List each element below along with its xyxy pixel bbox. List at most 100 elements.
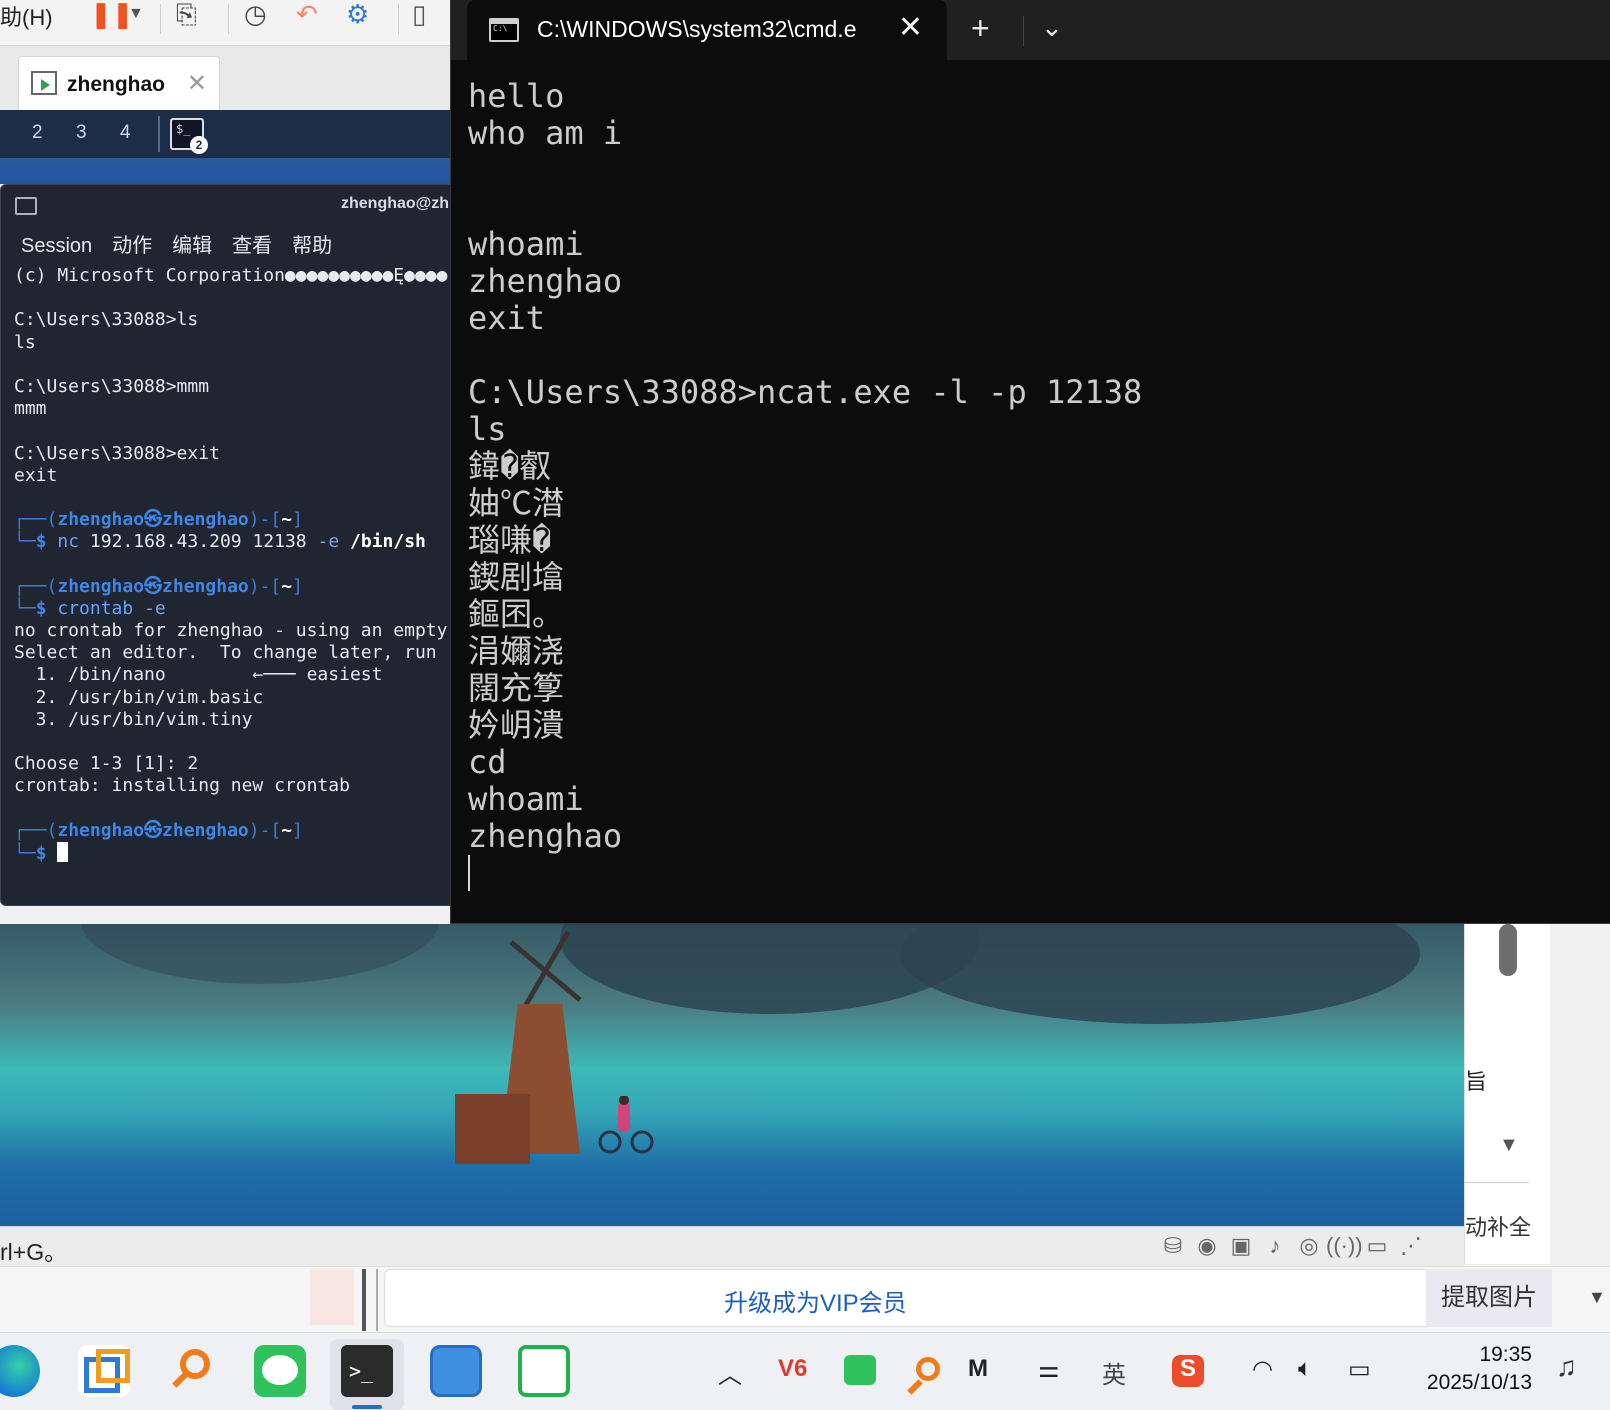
- terminal-count-badge: 2: [190, 136, 208, 154]
- send-keys-icon[interactable]: ⎘: [176, 0, 197, 28]
- terminal-line: C:\Users\33088>exit: [14, 442, 220, 464]
- guest-terminal-window[interactable]: zhenghao@zh Session 动作 编辑 查看 帮助 (c) Microsof…: [0, 184, 452, 906]
- guest-terminal-output[interactable]: (c) Microsoft Corporation●●●●●●●●●●Ę●●●●…: [14, 265, 451, 864]
- terminal-line: mmm: [14, 398, 47, 420]
- vmware-toolbar: 助(H) ❚❚ ▼ ⎘ ◷ ↶ ⚙ ▯: [0, 0, 460, 46]
- wifi-icon[interactable]: ◠: [1252, 1355, 1273, 1384]
- terminal-line: 3. /usr/bin/vim.tiny: [14, 708, 253, 730]
- new-tab-button[interactable]: +: [971, 10, 990, 47]
- terminal-line: 2. /usr/bin/vim.basic: [14, 686, 264, 708]
- message-icon[interactable]: ▭: [1360, 1233, 1394, 1259]
- network-adapter-icon[interactable]: ▣: [1224, 1233, 1258, 1259]
- status-hint: rl+G。: [0, 1239, 68, 1265]
- clock[interactable]: 19:35 2025/10/13: [1412, 1341, 1532, 1397]
- wechat-icon[interactable]: [254, 1345, 306, 1397]
- terminal-line: C:\Users\33088>mmm: [14, 375, 210, 397]
- chevron-down-icon[interactable]: ▼: [1588, 1287, 1606, 1308]
- snapshot-manager-icon[interactable]: ⚙: [346, 0, 369, 28]
- search-app-icon[interactable]: [166, 1345, 218, 1397]
- edge-icon[interactable]: [0, 1345, 40, 1397]
- menu-help[interactable]: 帮助: [292, 229, 332, 258]
- vm-tab-label: zhenghao: [67, 73, 165, 96]
- extract-image-button[interactable]: 提取图片: [1426, 1269, 1552, 1327]
- menu-session[interactable]: Session: [21, 235, 92, 258]
- terminal-window-icon: [15, 197, 37, 215]
- snapshot-icon[interactable]: ◷: [244, 0, 267, 28]
- autocomplete-label[interactable]: 动补全: [1465, 1210, 1531, 1242]
- revert-snapshot-icon[interactable]: ↶: [296, 0, 318, 28]
- terminal-cursor: [57, 841, 69, 862]
- upgrade-vip-link[interactable]: 升级成为VIP会员: [724, 1283, 907, 1318]
- cmd-icon: [489, 18, 519, 42]
- chevron-up-icon[interactable]: ︿: [718, 1355, 742, 1390]
- windows-terminal-titlebar[interactable]: C:\WINDOWS\system32\cmd.e ✕ + ⌄: [451, 0, 1610, 60]
- divider: [362, 1269, 366, 1331]
- m-tray-icon[interactable]: M: [968, 1355, 988, 1383]
- text-cursor: [468, 855, 470, 891]
- workspace-2[interactable]: 2: [32, 122, 43, 144]
- battery-icon[interactable]: ▭: [1348, 1355, 1371, 1384]
- clock-date: 2025/10/13: [1426, 1371, 1532, 1394]
- close-icon[interactable]: ✕: [187, 69, 207, 98]
- v6-tray-icon[interactable]: V6: [778, 1355, 807, 1383]
- menu-view[interactable]: 查看: [232, 229, 272, 258]
- chevron-down-icon[interactable]: ▼: [128, 0, 144, 28]
- cmd-output-line: 闊充箰: [468, 669, 565, 707]
- wallpaper-cloud: [900, 924, 1420, 1024]
- guest-terminal-titlebar[interactable]: zhenghao@zh: [1, 185, 451, 225]
- help-menu[interactable]: 助(H): [0, 0, 53, 32]
- sogou-icon[interactable]: S: [1172, 1355, 1204, 1387]
- ime-indicator[interactable]: 英: [1102, 1355, 1126, 1390]
- terminal-app-icon[interactable]: >_: [341, 1345, 393, 1397]
- menu-edit[interactable]: 编辑: [172, 229, 212, 258]
- view-icon[interactable]: ▯: [412, 0, 426, 28]
- cd-drive-icon[interactable]: ◉: [1190, 1233, 1224, 1259]
- scrollbar-thumb[interactable]: [1499, 924, 1517, 976]
- workspace-3[interactable]: 3: [76, 122, 87, 144]
- wechat-tray-icon[interactable]: [844, 1355, 876, 1385]
- windows-terminal-window[interactable]: C:\WINDOWS\system32\cmd.e ✕ + ⌄ hellowho…: [450, 0, 1610, 924]
- guest-terminal-title: zhenghao@zh: [341, 195, 450, 212]
- sound-card-icon[interactable]: ♪: [1258, 1233, 1292, 1259]
- sliders-icon[interactable]: ⚌: [1038, 1355, 1060, 1384]
- cmd-tab[interactable]: C:\WINDOWS\system32\cmd.e ✕: [467, 0, 947, 60]
- cmd-output-line: 妯℃澘: [468, 484, 565, 522]
- remote-desktop-icon[interactable]: [430, 1345, 482, 1397]
- cmd-output-line: [468, 152, 1608, 189]
- resize-grip-icon[interactable]: ⋰: [1394, 1233, 1428, 1259]
- cmd-output[interactable]: hello who am i whoami zhenghao exit C:\Users\…: [468, 78, 1608, 892]
- volume-icon[interactable]: 🔈︎: [1298, 1355, 1312, 1383]
- promo-bar: [384, 1269, 1552, 1327]
- side-panel-divider: [1465, 1182, 1529, 1183]
- chevron-down-icon[interactable]: ⌄: [1041, 12, 1063, 43]
- cmd-output-line: whoami: [468, 780, 584, 818]
- vm-running-icon: [31, 71, 57, 95]
- guest-desktop: [0, 158, 460, 184]
- search-tray-icon[interactable]: [908, 1355, 940, 1387]
- menu-actions[interactable]: 动作: [112, 229, 152, 258]
- notification-icon[interactable]: ♫︎: [1556, 1351, 1577, 1383]
- close-icon[interactable]: ✕: [898, 10, 923, 45]
- cyclist-figure: [598, 1096, 654, 1154]
- usb-icon[interactable]: ◎: [1292, 1233, 1326, 1259]
- terminal-line: no crontab for zhenghao - using an empty: [14, 620, 448, 641]
- vmware-app-icon[interactable]: [78, 1345, 130, 1397]
- cmd-tab-title: C:\WINDOWS\system32\cmd.e: [537, 16, 857, 42]
- chat-app-icon[interactable]: [518, 1345, 570, 1397]
- cmd-output-line: C:\Users\33088>ncat.exe -l -p 12138: [468, 373, 1143, 411]
- chevron-down-icon[interactable]: ▼: [1499, 1134, 1519, 1157]
- cmd-output-line: zhenghao: [468, 262, 623, 300]
- toolbar-separator: [398, 4, 399, 34]
- cmd-output-line: 涓嬭浇: [468, 632, 565, 670]
- workspace-4[interactable]: 4: [120, 122, 131, 144]
- hard-disk-icon[interactable]: ⛁: [1156, 1233, 1190, 1259]
- app-bottom-strip: 升级成为VIP会员 提取图片 ▼: [0, 1266, 1610, 1332]
- cmd-output-line: 妗岄潰: [468, 706, 565, 744]
- wireless-icon[interactable]: ((·)): [1326, 1233, 1363, 1259]
- vm-tab-zhenghao[interactable]: zhenghao ✕: [18, 56, 220, 110]
- guest-top-panel: 2 3 4 $_: [0, 110, 460, 158]
- terminal-prompt: ┌──(zhenghao㉿zhenghao)-[~]: [14, 575, 303, 597]
